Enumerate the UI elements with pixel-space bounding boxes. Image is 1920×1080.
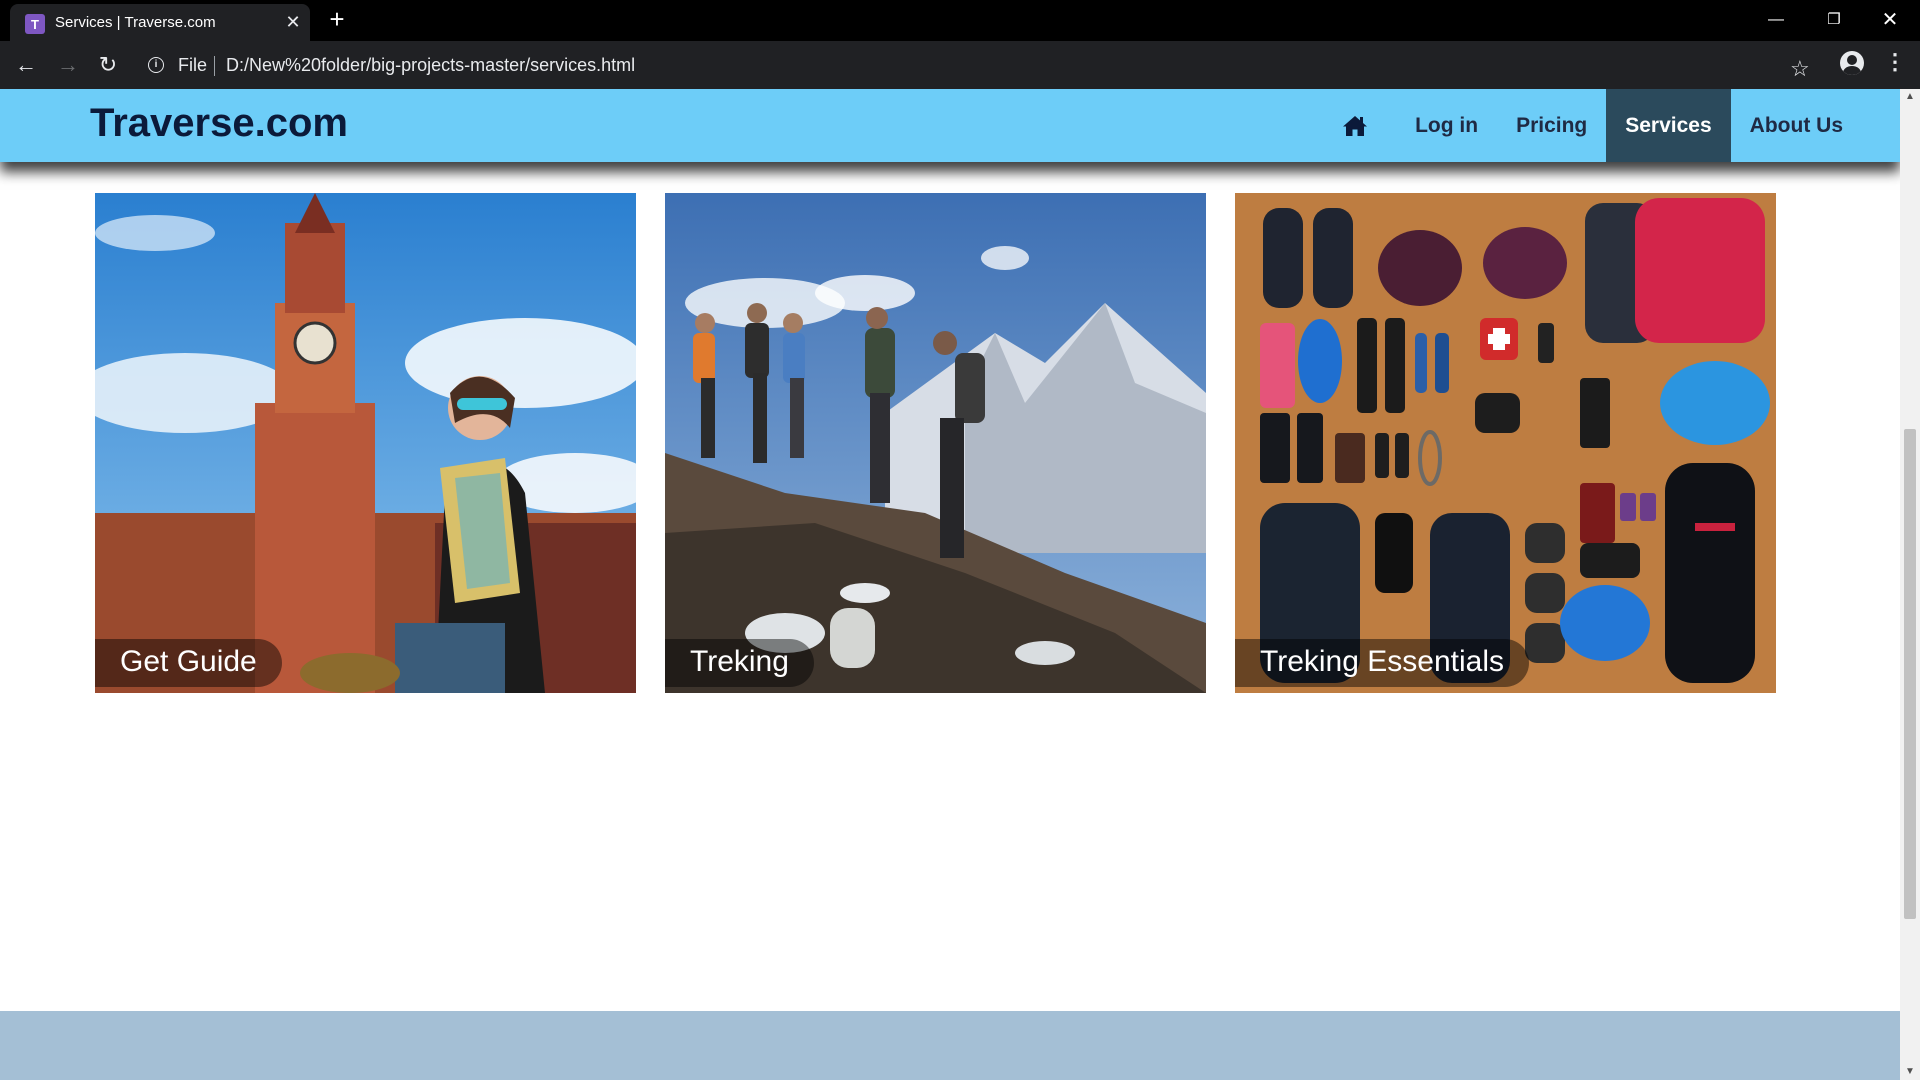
page-viewport: Traverse.com Log in Pricing Services Abo… [0, 89, 1900, 1080]
card-label: Treking [665, 639, 814, 687]
nav-home[interactable] [1314, 89, 1396, 162]
essentials-photo [1235, 193, 1776, 693]
reload-icon[interactable]: ↻ [94, 51, 122, 79]
bookmark-star-icon[interactable]: ☆ [1790, 56, 1810, 82]
nav-services[interactable]: Services [1606, 89, 1731, 162]
browser-titlebar: T Services | Traverse.com ✕ + — ❐ ✕ [0, 0, 1920, 41]
card-label: Get Guide [95, 639, 282, 687]
back-icon[interactable]: ← [12, 51, 40, 79]
browser-menu-icon[interactable]: ⋮ [1884, 49, 1906, 75]
forward-icon[interactable]: → [54, 51, 82, 79]
nav-about-us[interactable]: About Us [1731, 89, 1900, 162]
new-tab-icon[interactable]: + [324, 6, 350, 33]
url-divider [214, 56, 215, 76]
file-label: File [178, 55, 208, 75]
nav-pricing[interactable]: Pricing [1497, 89, 1606, 162]
close-window-icon[interactable]: ✕ [1870, 6, 1910, 34]
page-scrollbar[interactable]: ▲ ▼ [1900, 89, 1920, 1080]
site-header: Traverse.com Log in Pricing Services Abo… [0, 89, 1900, 162]
service-card-treking[interactable]: Treking [665, 193, 1206, 693]
restore-icon[interactable]: ❐ [1814, 6, 1854, 34]
card-label: Treking Essentials [1235, 639, 1529, 687]
favicon-icon: T [25, 14, 45, 34]
scroll-down-icon[interactable]: ▼ [1900, 1064, 1920, 1080]
address-bar[interactable]: i File D:/New%20folder/big-projects-mast… [136, 47, 1810, 83]
treking-photo [665, 193, 1206, 693]
url-text[interactable]: D:/New%20folder/big-projects-master/serv… [226, 55, 635, 76]
close-tab-icon[interactable]: ✕ [282, 11, 304, 33]
service-card-get-guide[interactable]: Get Guide [95, 193, 636, 693]
brand-logo[interactable]: Traverse.com [90, 101, 348, 146]
browser-tab[interactable]: T Services | Traverse.com ✕ [10, 4, 310, 41]
scroll-thumb[interactable] [1904, 429, 1916, 919]
nav-login[interactable]: Log in [1396, 89, 1497, 162]
home-icon [1343, 115, 1368, 136]
service-card-treking-essentials[interactable]: Treking Essentials [1235, 193, 1776, 693]
minimize-icon[interactable]: — [1756, 6, 1796, 34]
profile-icon[interactable] [1840, 51, 1864, 75]
page-footer [0, 1011, 1900, 1080]
scroll-up-icon[interactable]: ▲ [1900, 89, 1920, 105]
browser-toolbar: ← → ↻ i File D:/New%20folder/big-project… [0, 41, 1920, 89]
info-icon[interactable]: i [148, 57, 164, 73]
main-nav: Log in Pricing Services About Us [1314, 89, 1900, 162]
guide-photo [95, 193, 636, 693]
tab-title: Services | Traverse.com [55, 14, 216, 31]
